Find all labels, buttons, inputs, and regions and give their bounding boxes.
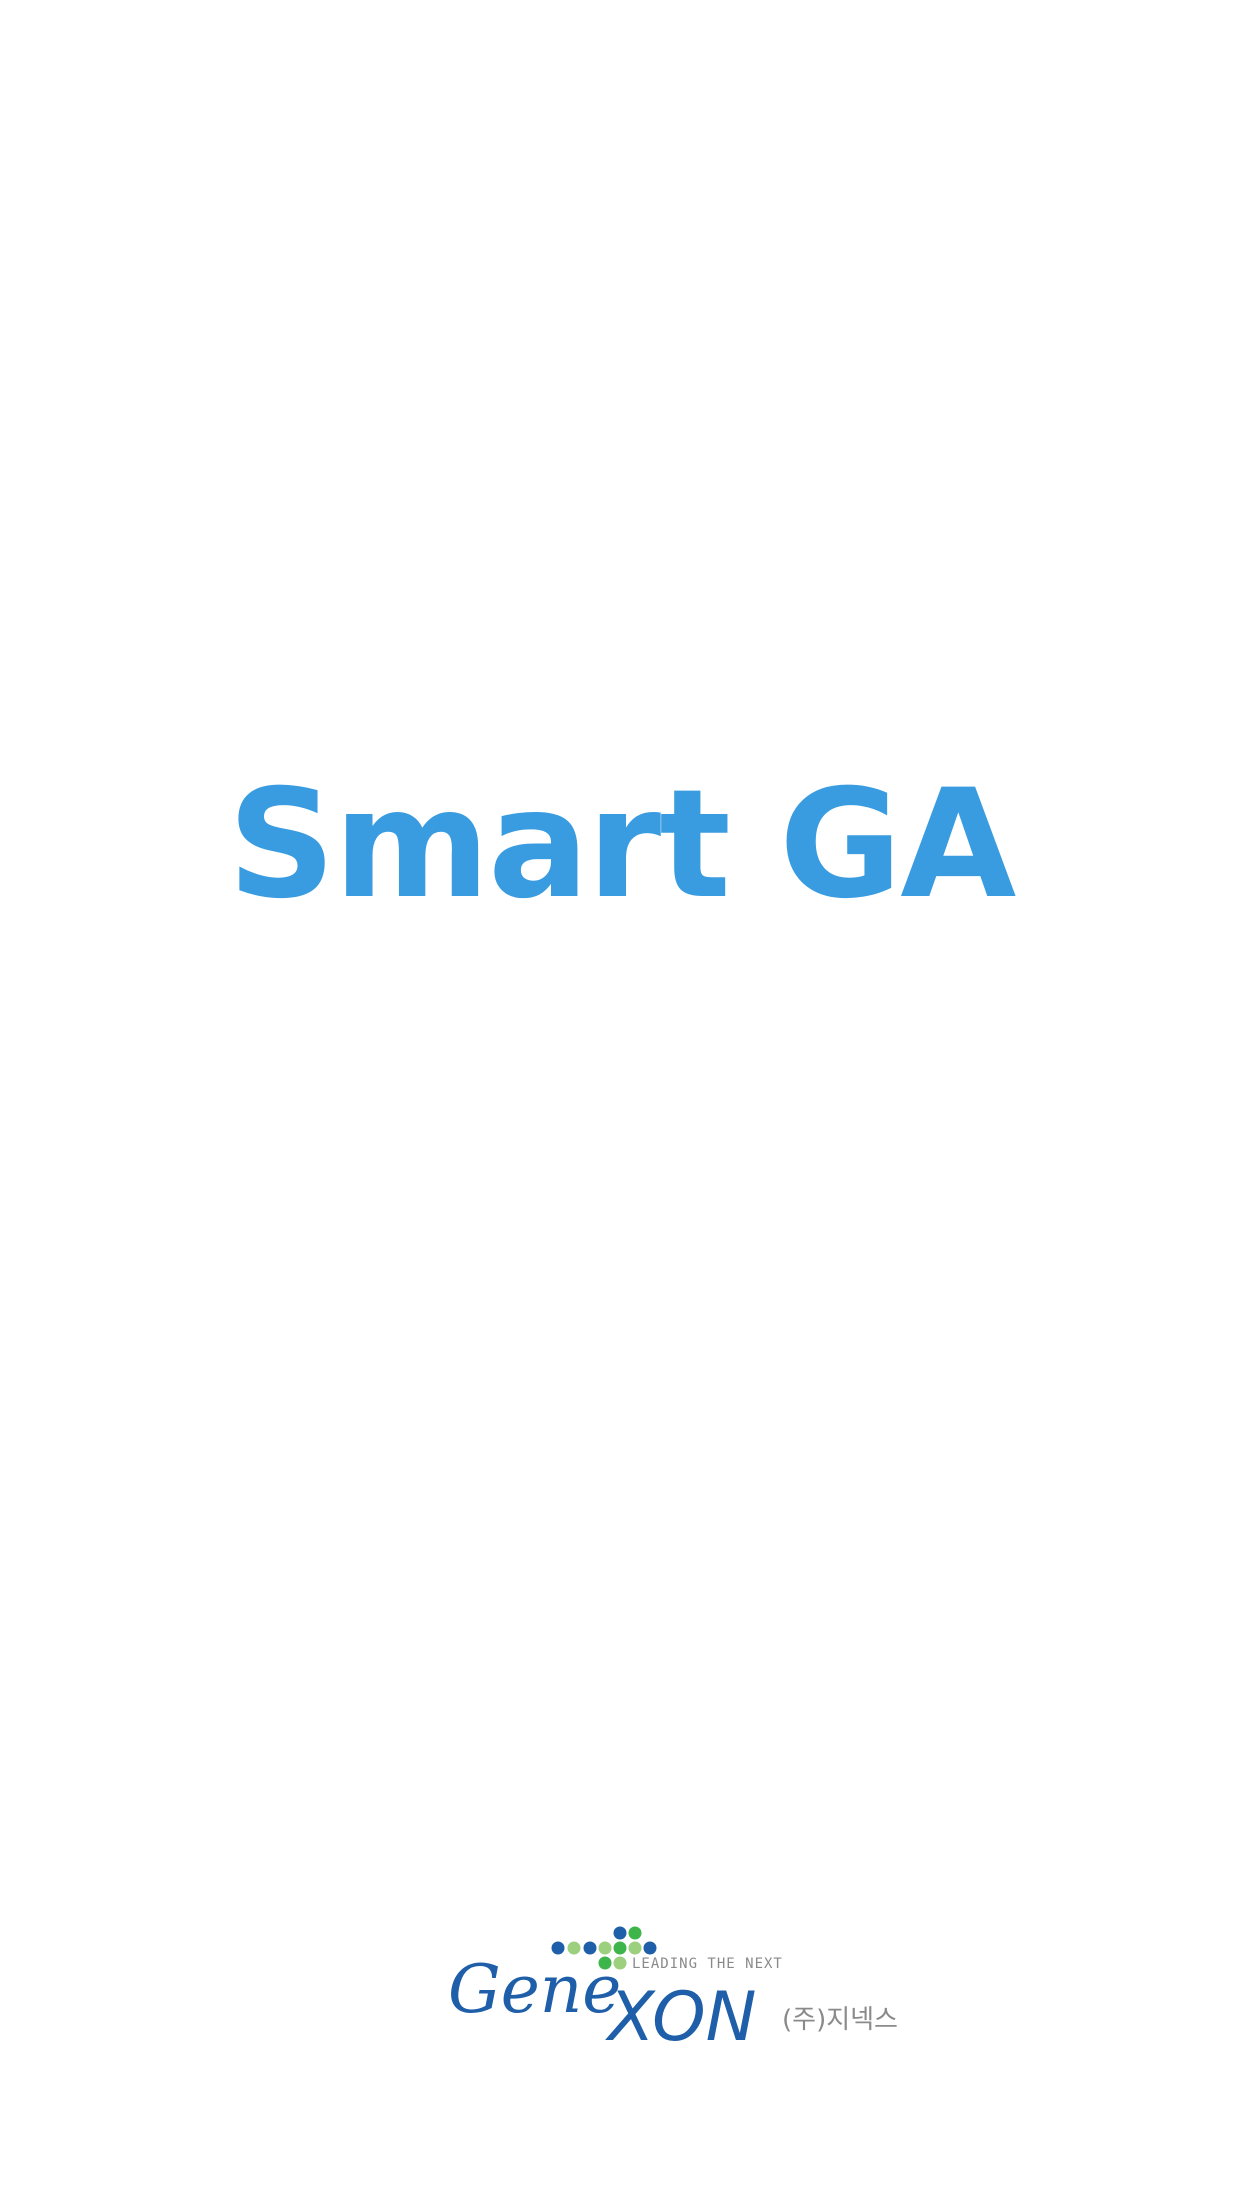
genexon-logo: LEADING THE NEXT Gene XON (주)지넥스 bbox=[440, 1900, 900, 2050]
app-title: Smart GA bbox=[227, 758, 1017, 932]
splash-screen: Smart GA LEADING THE NEXT Gene XON (주)지넥… bbox=[0, 0, 1242, 2208]
logo-wordmark-main: XON bbox=[605, 1978, 757, 2050]
logo-korean-name: (주)지넥스 bbox=[782, 2005, 898, 2035]
logo-tagline: LEADING THE NEXT bbox=[632, 1956, 783, 1972]
genexon-logo-graphic: LEADING THE NEXT Gene XON (주)지넥스 bbox=[448, 1926, 898, 2050]
logo-wordmark-script: Gene bbox=[448, 1951, 621, 2028]
